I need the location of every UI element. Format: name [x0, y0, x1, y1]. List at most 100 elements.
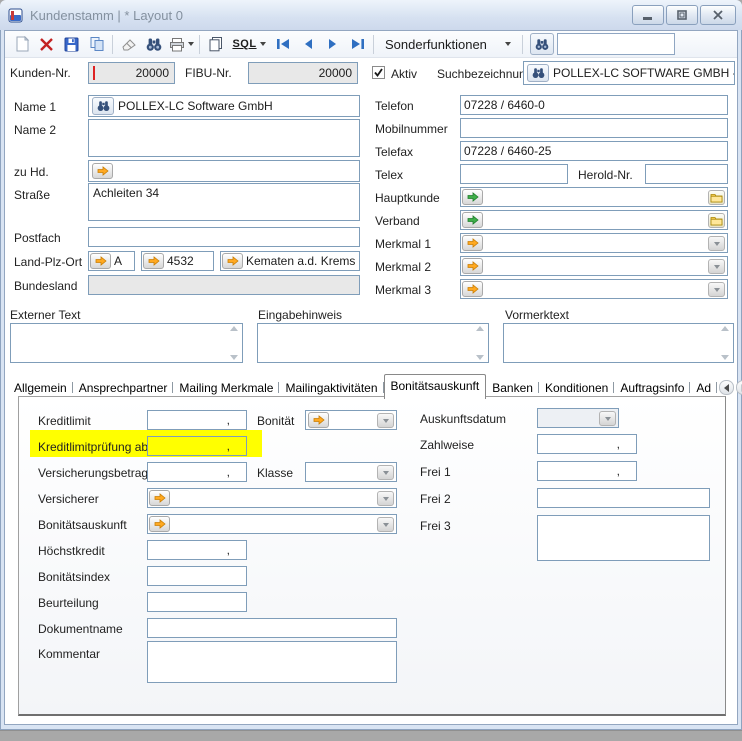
tab-scroll-left-button[interactable]: [719, 380, 734, 395]
frei1-field[interactable]: ,: [537, 461, 637, 481]
tab-ansprechpartner[interactable]: Ansprechpartner: [73, 377, 174, 398]
dropdown-icon[interactable]: [599, 411, 616, 426]
herold-nr-field[interactable]: [645, 164, 728, 184]
jump-arrow-green-icon[interactable]: [462, 189, 483, 205]
eingabehinweis-area[interactable]: [257, 323, 489, 363]
externer-text-area[interactable]: [10, 323, 243, 363]
sql-button[interactable]: SQL: [228, 33, 270, 56]
jump-arrow-icon[interactable]: [143, 253, 164, 269]
frei2-field[interactable]: [537, 488, 710, 508]
jump-arrow-icon[interactable]: [222, 253, 243, 269]
search-binoculars-button[interactable]: [141, 33, 166, 56]
dropdown-icon[interactable]: [708, 259, 725, 274]
scrollbar[interactable]: [227, 326, 240, 360]
mobilnummer-field[interactable]: [460, 118, 728, 138]
jump-arrow-icon[interactable]: [92, 163, 113, 179]
dropdown-icon[interactable]: [377, 517, 394, 532]
hauptkunde-field[interactable]: [460, 187, 728, 207]
kreditlimit-field[interactable]: ,: [147, 410, 247, 430]
tab-ad[interactable]: Ad: [690, 377, 717, 398]
previous-record-button[interactable]: [295, 33, 320, 56]
eraser-button[interactable]: [116, 33, 141, 56]
dropdown-icon[interactable]: [377, 465, 394, 480]
save-button[interactable]: [59, 33, 84, 56]
aktiv-checkbox[interactable]: [372, 66, 385, 79]
binoculars-icon[interactable]: [527, 64, 549, 82]
dokumentname-field[interactable]: [147, 618, 397, 638]
folder-icon[interactable]: [708, 190, 725, 205]
kunden-nr-field[interactable]: 20000: [88, 62, 175, 84]
strasse-field[interactable]: Achleiten 34: [88, 183, 360, 221]
tab-banken[interactable]: Banken: [486, 377, 539, 398]
kreditlimitpruefung-field[interactable]: ,: [147, 436, 247, 456]
jump-arrow-icon[interactable]: [462, 281, 483, 297]
duplicate-button[interactable]: [203, 33, 228, 56]
last-record-button[interactable]: [345, 33, 370, 56]
jump-arrow-green-icon[interactable]: [462, 212, 483, 228]
tab-bonitaetsauskunft[interactable]: Bonitätsauskunft: [384, 374, 487, 399]
bonitaetsindex-field[interactable]: [147, 566, 247, 586]
jump-arrow-icon[interactable]: [462, 235, 483, 251]
telefax-field[interactable]: 07228 / 6460-25: [460, 141, 728, 161]
print-dropdown-icon[interactable]: [188, 42, 194, 46]
frei3-field[interactable]: [537, 515, 710, 561]
first-record-button[interactable]: [270, 33, 295, 56]
minimize-button[interactable]: [632, 5, 664, 25]
dropdown-icon[interactable]: [377, 413, 394, 428]
folder-icon[interactable]: [708, 213, 725, 228]
jump-arrow-icon[interactable]: [149, 490, 170, 506]
name2-field[interactable]: [88, 119, 360, 157]
vormerktext-area[interactable]: [503, 323, 734, 363]
sql-dropdown-icon[interactable]: [260, 42, 266, 46]
dropdown-icon[interactable]: [377, 491, 394, 506]
kommentar-field[interactable]: [147, 641, 397, 683]
sonderfunktionen-dropdown[interactable]: Sonderfunktionen: [377, 35, 519, 54]
telefon-field[interactable]: 07228 / 6460-0: [460, 95, 728, 115]
postfach-field[interactable]: [88, 227, 360, 247]
merkmal2-field[interactable]: [460, 256, 728, 276]
tab-mailing-merkmale[interactable]: Mailing Merkmale: [173, 377, 279, 398]
tab-allgemein[interactable]: Allgemein: [8, 377, 73, 398]
tab-auftragsinfo[interactable]: Auftragsinfo: [614, 377, 690, 398]
copy-button[interactable]: [84, 33, 109, 56]
tab-konditionen[interactable]: Konditionen: [539, 377, 614, 398]
next-record-button[interactable]: [320, 33, 345, 56]
close-button[interactable]: [700, 5, 736, 25]
versicherer-combo[interactable]: [147, 488, 397, 508]
versicherungsbetrag-field[interactable]: ,: [147, 462, 247, 482]
telex-field[interactable]: [460, 164, 568, 184]
suchbezeichnung-field[interactable]: POLLEX-LC SOFTWARE GMBH - K: [523, 61, 735, 85]
restore-button[interactable]: [666, 5, 698, 25]
merkmal1-field[interactable]: [460, 233, 728, 253]
auskunftsdatum-combo[interactable]: [537, 408, 619, 428]
quicksearch-binoculars-button[interactable]: [530, 33, 554, 55]
jump-arrow-icon[interactable]: [90, 253, 111, 269]
jump-arrow-icon[interactable]: [462, 258, 483, 274]
scrollbar[interactable]: [718, 326, 731, 360]
tab-mailingaktivitaeten[interactable]: Mailingaktivitäten: [279, 377, 383, 398]
plz-field[interactable]: 4532: [141, 251, 214, 271]
scrollbar[interactable]: [473, 326, 486, 360]
dropdown-icon[interactable]: [708, 282, 725, 297]
binoculars-icon[interactable]: [92, 97, 114, 115]
merkmal3-field[interactable]: [460, 279, 728, 299]
ort-field[interactable]: Kematen a.d. Krems: [220, 251, 360, 271]
land-field[interactable]: A: [88, 251, 135, 271]
verband-field[interactable]: [460, 210, 728, 230]
name1-field[interactable]: POLLEX-LC Software GmbH: [88, 95, 360, 117]
jump-arrow-icon[interactable]: [308, 412, 329, 428]
beurteilung-field[interactable]: [147, 592, 247, 612]
dropdown-icon[interactable]: [708, 236, 725, 251]
quicksearch-input[interactable]: [557, 33, 675, 55]
zu-hd-field[interactable]: [88, 160, 360, 182]
bonitaet-combo[interactable]: [305, 410, 397, 430]
titlebar[interactable]: Kundenstamm | * Layout 0: [0, 0, 742, 30]
new-record-button[interactable]: [9, 33, 34, 56]
jump-arrow-icon[interactable]: [149, 516, 170, 532]
zahlweise-field[interactable]: ,: [537, 434, 637, 454]
klasse-combo[interactable]: [305, 462, 397, 482]
hoechstkredit-field[interactable]: ,: [147, 540, 247, 560]
print-button[interactable]: [166, 33, 196, 56]
bonitaetsauskunft-combo[interactable]: [147, 514, 397, 534]
tab-scroll-right-button[interactable]: [736, 380, 742, 395]
